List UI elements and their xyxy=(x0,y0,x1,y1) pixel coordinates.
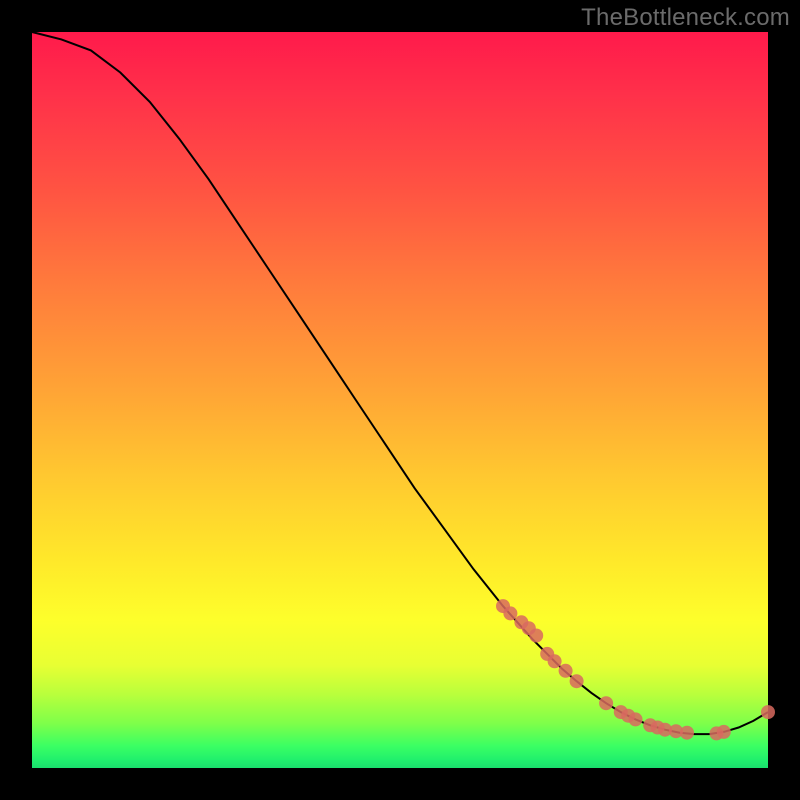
data-marker xyxy=(599,696,613,710)
data-marker xyxy=(717,725,731,739)
data-marker xyxy=(559,664,573,678)
chart-frame: TheBottleneck.com xyxy=(0,0,800,800)
data-marker xyxy=(761,705,775,719)
data-marker xyxy=(503,606,517,620)
bottleneck-curve xyxy=(32,32,768,734)
data-marker xyxy=(570,674,584,688)
marker-group xyxy=(496,599,775,740)
watermark-text: TheBottleneck.com xyxy=(581,4,790,32)
curve-svg xyxy=(32,32,768,768)
data-marker xyxy=(629,712,643,726)
plot-area xyxy=(32,32,768,768)
data-marker xyxy=(529,629,543,643)
data-marker xyxy=(548,654,562,668)
data-marker xyxy=(680,726,694,740)
